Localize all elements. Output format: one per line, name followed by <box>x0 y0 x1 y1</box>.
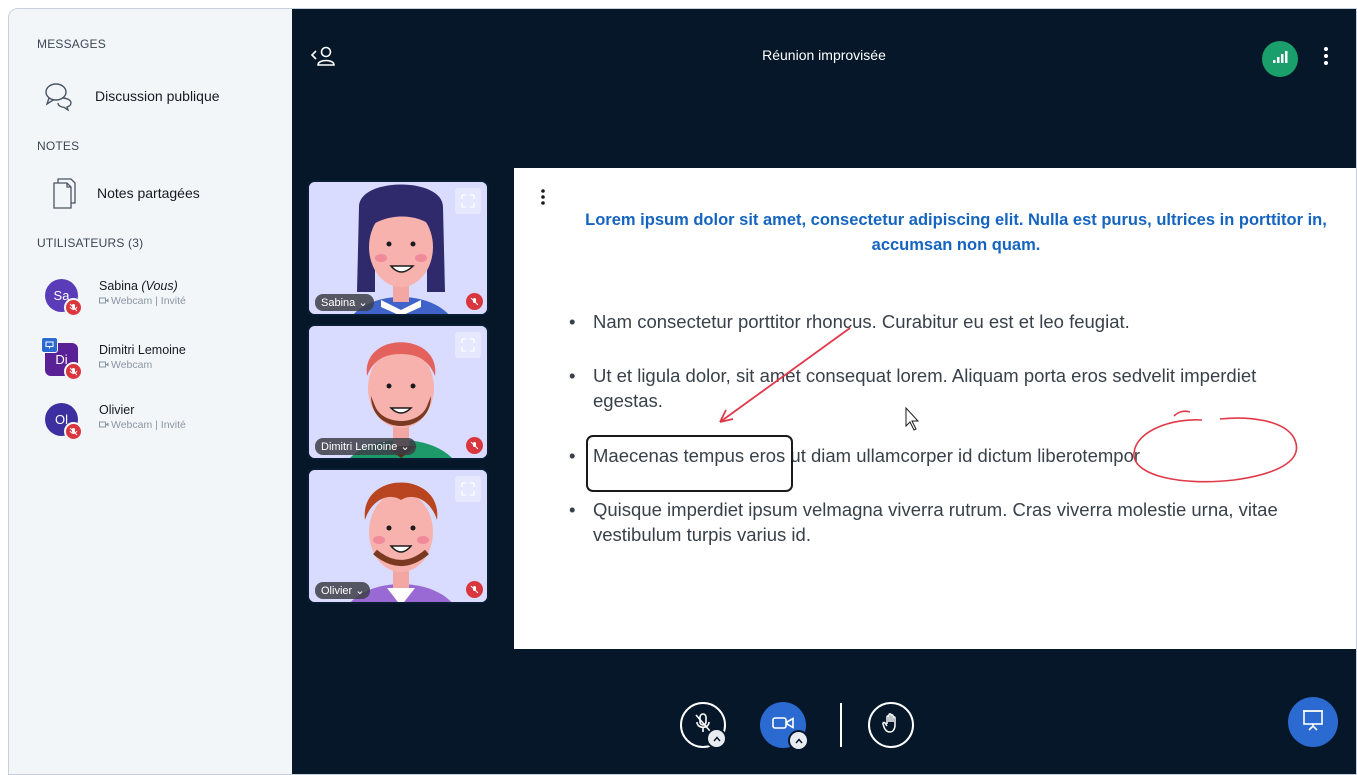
slide-bullet: Nam consectetur porttitor rhoncus. Curab… <box>569 309 1319 334</box>
user-info: Olivier Webcam | Invité <box>99 403 186 431</box>
camera-toggle-button[interactable] <box>760 702 809 751</box>
toolbar-divider <box>840 703 842 747</box>
user-status: Webcam <box>99 359 186 371</box>
video-tile[interactable]: Dimitri Lemoine ⌄ <box>307 324 489 460</box>
video-tile[interactable]: Olivier ⌄ <box>307 468 489 604</box>
more-vertical-icon <box>1322 47 1330 71</box>
public-chat-label: Discussion publique <box>95 88 220 104</box>
user-status: Webcam | Invité <box>99 295 186 307</box>
expand-video-button[interactable] <box>455 332 481 358</box>
video-options-button[interactable] <box>788 730 809 751</box>
user-name: Olivier <box>99 403 135 417</box>
audio-options-button[interactable] <box>706 728 727 749</box>
expand-video-button[interactable] <box>455 476 481 502</box>
video-name-label[interactable]: Sabina ⌄ <box>315 294 374 311</box>
webcam-icon <box>99 419 109 431</box>
presentation-icon <box>1302 709 1324 736</box>
mic-muted-icon <box>466 437 483 454</box>
more-vertical-icon <box>540 189 546 210</box>
video-name-label[interactable]: Olivier ⌄ <box>315 582 371 599</box>
mic-muted-icon <box>466 581 483 598</box>
mic-muted-icon <box>64 422 83 441</box>
users-section-title: UTILISATEURS (3) <box>37 236 144 250</box>
user-info: Dimitri Lemoine Webcam <box>99 343 186 371</box>
video-tile[interactable]: Sabina ⌄ <box>307 180 489 316</box>
options-menu-button[interactable] <box>1322 45 1330 72</box>
avatar: Sa <box>45 279 83 317</box>
raise-hand-button[interactable] <box>868 702 914 748</box>
toggle-presentation-button[interactable] <box>1288 697 1338 747</box>
meeting-title: Réunion improvisée <box>762 47 886 63</box>
user-name: Sabina (Vous) <box>99 279 178 293</box>
you-tag: (Vous) <box>141 279 178 293</box>
presenter-icon <box>41 337 58 353</box>
connection-status-button[interactable] <box>1262 41 1298 77</box>
avatar: Di <box>41 337 83 381</box>
mute-toggle-button[interactable] <box>680 702 727 749</box>
signal-bars-icon <box>1272 50 1288 69</box>
webcam-icon <box>99 359 109 371</box>
sidebar: MESSAGES Discussion publique NOTES Notes… <box>9 9 292 774</box>
messages-section-title: MESSAGES <box>37 37 106 51</box>
slide-bullet: Ut et ligula dolor, sit amet consequat l… <box>569 363 1319 413</box>
slide-bullet: Maecenas tempus eros ut diam ullamcorper… <box>569 443 1319 468</box>
user-list-item[interactable]: Di Dimitri Lemoine Webcam <box>41 337 186 381</box>
user-list-item[interactable]: Ol Olivier Webcam | Invité <box>45 403 186 441</box>
raise-hand-icon <box>881 712 901 739</box>
avatar: Ol <box>45 403 83 441</box>
mic-muted-icon <box>64 362 83 381</box>
mic-muted-icon <box>466 293 483 310</box>
video-name-label[interactable]: Dimitri Lemoine ⌄ <box>315 438 416 455</box>
mic-muted-icon <box>64 298 83 317</box>
main-area: Réunion improvisée Sabina ⌄ Dimitri Lemo… <box>292 9 1356 774</box>
chat-bubbles-icon <box>43 81 77 111</box>
presentation-slide[interactable]: Lorem ipsum dolor sit amet, consectetur … <box>514 168 1356 649</box>
public-chat-item[interactable]: Discussion publique <box>43 81 220 111</box>
shared-notes-label: Notes partagées <box>97 185 200 201</box>
user-list-item[interactable]: Sa Sabina (Vous) Webcam | Invité <box>45 279 186 317</box>
notes-icon <box>51 175 77 211</box>
slide-bullet: Quisque imperdiet ipsum velmagna viverra… <box>569 497 1319 547</box>
notes-section-title: NOTES <box>37 139 80 153</box>
user-info: Sabina (Vous) Webcam | Invité <box>99 279 186 307</box>
shared-notes-item[interactable]: Notes partagées <box>51 175 200 211</box>
webcam-icon <box>99 295 109 307</box>
slide-title: Lorem ipsum dolor sit amet, consectetur … <box>585 211 1327 254</box>
expand-video-button[interactable] <box>455 188 481 214</box>
user-status: Webcam | Invité <box>99 419 186 431</box>
slide-options-button[interactable] <box>540 188 546 211</box>
app-frame: MESSAGES Discussion publique NOTES Notes… <box>8 8 1357 775</box>
user-name: Dimitri Lemoine <box>99 343 186 357</box>
